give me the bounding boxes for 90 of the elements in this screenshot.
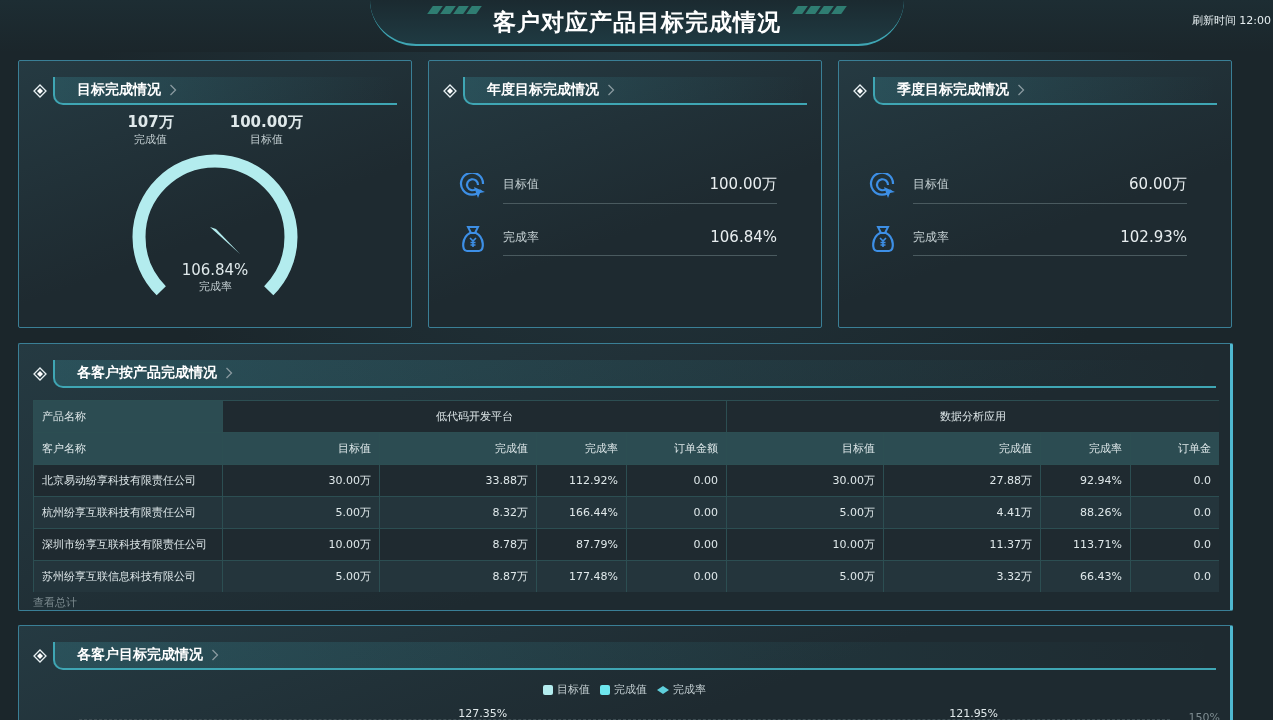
legend-label[interactable]: 目标值: [557, 682, 590, 697]
table-cell: 92.94%: [1040, 464, 1131, 497]
card-title: 季度目标完成情况: [897, 81, 1009, 99]
diamond-icon: [33, 649, 47, 663]
table-cell: 0.00: [626, 496, 727, 529]
metric-label: 目标值: [503, 176, 539, 193]
table-cell: 166.44%: [536, 496, 627, 529]
table-cell: 0.0: [1130, 496, 1219, 529]
chevron-icon[interactable]: [225, 367, 233, 379]
money-bag-icon: [459, 225, 487, 253]
table-cell: 10.00万: [726, 528, 884, 561]
gauge-value: 106.84%: [181, 261, 249, 279]
table-cell: 0.0: [1130, 464, 1219, 497]
table-cell: 北京易动纷享科技有限责任公司: [33, 464, 223, 497]
metric-label: 完成率: [503, 228, 539, 246]
table-cell: 0.0: [1130, 528, 1219, 561]
page-title: 客户对应产品目标完成情况: [492, 7, 781, 37]
table-cell: 5.00万: [726, 496, 884, 529]
table-cell: 0.0: [1130, 560, 1219, 592]
metric-label: 完成率: [913, 228, 949, 246]
legend-label[interactable]: 完成值: [614, 682, 647, 697]
table-cell: 5.00万: [222, 496, 380, 529]
metric-label: 目标值: [913, 176, 949, 193]
column-header: 订单金额: [626, 432, 727, 465]
column-header: 完成值: [379, 432, 537, 465]
metric-value: 60.00万: [1129, 175, 1187, 194]
card-title: 各客户目标完成情况: [77, 646, 203, 664]
table-cell: 0.00: [626, 560, 727, 592]
diamond-icon: [33, 367, 47, 381]
table-cell: 0.00: [626, 464, 727, 497]
chevron-icon[interactable]: [607, 84, 615, 96]
table-cell: 5.00万: [222, 560, 380, 592]
stat-value: 107万: [127, 113, 174, 132]
table-cell: 30.00万: [726, 464, 884, 497]
table-cell: 27.88万: [883, 464, 1041, 497]
chevron-icon[interactable]: [1017, 84, 1025, 96]
table-cell: 8.87万: [379, 560, 537, 592]
table-cell: 87.79%: [536, 528, 627, 561]
column-header: 目标值: [726, 432, 884, 465]
view-total-link[interactable]: 查看总计: [33, 595, 77, 610]
stat-label: 目标值: [249, 132, 283, 147]
chevron-icon[interactable]: [211, 649, 219, 661]
table-cell: 0.00: [626, 528, 727, 561]
gauge-label: 完成率: [198, 279, 232, 294]
column-header: 完成值: [883, 432, 1041, 465]
metric-value: 102.93%: [1120, 228, 1187, 246]
table-cell: 8.78万: [379, 528, 537, 561]
diamond-icon: [33, 84, 47, 98]
table-cell: 30.00万: [222, 464, 380, 497]
card-title: 各客户按产品完成情况: [77, 364, 217, 382]
metric-value: 106.84%: [710, 228, 777, 246]
stat-label: 完成值: [134, 132, 168, 147]
table-cell: 11.37万: [883, 528, 1041, 561]
header-cell: 产品名称: [33, 400, 223, 433]
table-cell: 177.48%: [536, 560, 627, 592]
table-cell: 33.88万: [379, 464, 537, 497]
diamond-icon: [853, 84, 867, 98]
column-header: 订单金: [1130, 432, 1219, 465]
table-cell: 8.32万: [379, 496, 537, 529]
stripes-icon: [429, 6, 479, 14]
column-header: 完成率: [1040, 432, 1131, 465]
stripes-icon: [794, 6, 844, 14]
refresh-time: 刷新时间 12:00: [1191, 13, 1271, 28]
column-header: 完成率: [536, 432, 627, 465]
table-cell: 苏州纷享互联信息科技有限公司: [33, 560, 223, 592]
chevron-icon[interactable]: [169, 84, 177, 96]
metric-value: 100.00万: [709, 175, 777, 194]
card-title: 年度目标完成情况: [487, 81, 599, 99]
table-cell: 4.41万: [883, 496, 1041, 529]
table-cell: 112.92%: [536, 464, 627, 497]
data-label: 127.35%: [458, 707, 508, 720]
table-cell: 88.26%: [1040, 496, 1131, 529]
table-cell: 10.00万: [222, 528, 380, 561]
stat-value: 100.00万: [229, 113, 303, 132]
table-cell: 3.32万: [883, 560, 1041, 592]
table-cell: 5.00万: [726, 560, 884, 592]
card-title: 目标完成情况: [77, 81, 161, 99]
table-cell: 杭州纷享互联科技有限责任公司: [33, 496, 223, 529]
diamond-icon: [443, 84, 457, 98]
group-header: 低代码开发平台: [222, 400, 727, 433]
table-cell: 深圳市纷享互联科技有限责任公司: [33, 528, 223, 561]
group-header: 数据分析应用: [726, 400, 1219, 433]
data-label: 121.95%: [949, 707, 999, 720]
legend-label[interactable]: 完成率: [673, 682, 706, 697]
header-cell: 客户名称: [33, 432, 223, 465]
table-cell: 113.71%: [1040, 528, 1131, 561]
table-cell: 66.43%: [1040, 560, 1131, 592]
money-bag-icon: [869, 225, 897, 253]
gauge-needle: [210, 227, 240, 254]
column-header: 目标值: [222, 432, 380, 465]
